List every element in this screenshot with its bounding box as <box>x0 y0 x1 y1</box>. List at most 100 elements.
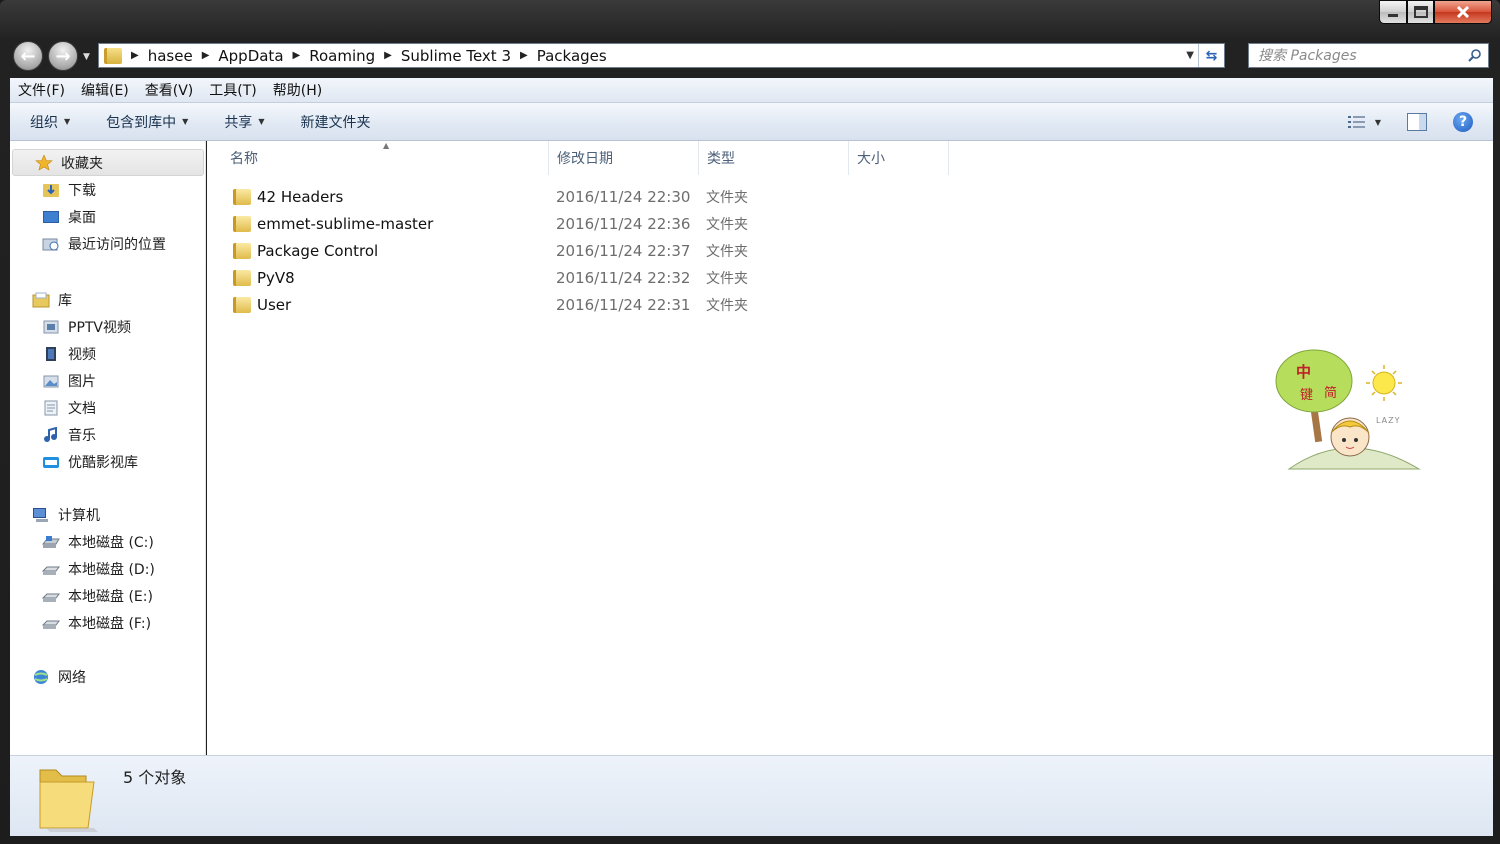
sidebar-item-pptv[interactable]: PPTV视频 <box>10 313 206 340</box>
refresh-button[interactable]: ⇆ <box>1198 44 1224 67</box>
explorer-window: ← → ▼ ▶ hasee ▶ AppData ▶ Roaming ▶ Subl… <box>0 0 1500 844</box>
sidebar-item-label: 计算机 <box>58 507 100 524</box>
menu-tools[interactable]: 工具(T) <box>201 80 264 100</box>
forward-button[interactable]: → <box>48 41 78 71</box>
libraries-group: 库 PPTV视频 视频 图片 文档 音乐 优酷影视库 <box>10 286 206 475</box>
item-count: 5 个对象 <box>123 768 187 787</box>
breadcrumb-item[interactable]: Packages <box>537 47 607 65</box>
sidebar-item-music[interactable]: 音乐 <box>10 421 206 448</box>
view-details-icon[interactable] <box>1347 114 1367 130</box>
column-size[interactable]: 大小 <box>849 141 949 175</box>
file-row[interactable]: 42 Headers 2016/11/24 22:30 文件夹 <box>227 183 787 210</box>
sidebar-item-downloads[interactable]: 下载 <box>10 176 206 203</box>
menu-edit[interactable]: 编辑(E) <box>73 80 137 100</box>
search-icon[interactable] <box>1468 48 1482 62</box>
sidebar-item-documents[interactable]: 文档 <box>10 394 206 421</box>
breadcrumb-item[interactable]: Sublime Text 3 <box>401 47 511 65</box>
sidebar-item-label: 本地磁盘 (D:) <box>68 561 155 578</box>
lazy-watermark-logo: 中 键 简 LAZY <box>1275 349 1421 470</box>
folder-icon <box>233 242 251 259</box>
column-date-modified[interactable]: 修改日期 <box>549 141 699 175</box>
close-icon <box>1456 6 1470 18</box>
watermark-char: 键 <box>1300 388 1313 403</box>
arrow-left-icon: ← <box>20 45 36 67</box>
chevron-right-icon[interactable]: ▶ <box>131 50 139 61</box>
sidebar-item-favorites[interactable]: 收藏夹 <box>12 149 204 176</box>
share-button[interactable]: 共享 ▼ <box>210 112 278 132</box>
sidebar-item-drive-e[interactable]: 本地磁盘 (E:) <box>10 582 206 609</box>
column-type[interactable]: 类型 <box>699 141 849 175</box>
desktop-icon <box>43 210 59 223</box>
back-button[interactable]: ← <box>13 41 43 71</box>
file-date: 2016/11/24 22:32 <box>556 268 691 287</box>
search-input[interactable] <box>1258 47 1458 64</box>
breadcrumb-item[interactable]: AppData <box>218 47 283 65</box>
file-name: 42 Headers <box>257 187 344 206</box>
sidebar-item-videos[interactable]: 视频 <box>10 340 206 367</box>
file-date: 2016/11/24 22:31 <box>556 295 691 314</box>
library-icon <box>32 292 50 307</box>
caption-buttons <box>1379 0 1492 24</box>
maximize-button[interactable] <box>1407 0 1434 24</box>
navigation-pane: 收藏夹 下载 桌面 最近访问的位置 库 PPTV视频 视频 图片 文档 音乐 优… <box>10 141 206 755</box>
organize-label: 组织 <box>30 114 58 131</box>
file-row[interactable]: emmet-sublime-master 2016/11/24 22:36 文件… <box>227 210 787 237</box>
menu-view[interactable]: 查看(V) <box>137 80 202 100</box>
file-row[interactable]: Package Control 2016/11/24 22:37 文件夹 <box>227 237 787 264</box>
sidebar-item-recent-places[interactable]: 最近访问的位置 <box>10 230 206 257</box>
preview-pane-icon[interactable] <box>1407 113 1427 131</box>
sort-ascending-icon: ▲ <box>383 141 390 150</box>
sidebar-item-libraries[interactable]: 库 <box>10 286 206 313</box>
sidebar-item-drive-c[interactable]: 本地磁盘 (C:) <box>10 528 206 555</box>
include-in-library-button[interactable]: 包含到库中 ▼ <box>92 112 202 132</box>
chevron-down-icon[interactable]: ▼ <box>1375 118 1381 127</box>
folder-icon <box>233 296 251 313</box>
sidebar-item-pictures[interactable]: 图片 <box>10 367 206 394</box>
chevron-down-icon[interactable]: ▼ <box>1186 50 1194 61</box>
sidebar-item-network[interactable]: 网络 <box>10 663 206 690</box>
menu-bar: 文件(F) 编辑(E) 查看(V) 工具(T) 帮助(H) <box>10 78 1493 103</box>
chevron-right-icon[interactable]: ▶ <box>202 50 210 61</box>
recent-places-icon <box>42 238 59 250</box>
file-row[interactable]: User 2016/11/24 22:31 文件夹 <box>227 291 787 318</box>
folder-icon <box>233 188 251 205</box>
column-label: 名称 <box>230 151 258 167</box>
recent-pages-dropdown[interactable]: ▼ <box>83 52 90 62</box>
sidebar-item-label: PPTV视频 <box>68 319 132 336</box>
watermark-caption: LAZY <box>1376 416 1400 425</box>
sidebar-item-label: 库 <box>58 292 72 309</box>
sidebar-item-computer[interactable]: 计算机 <box>10 501 206 528</box>
pictures-icon <box>43 375 59 387</box>
sidebar-item-drive-f[interactable]: 本地磁盘 (F:) <box>10 609 206 636</box>
sidebar-item-label: 图片 <box>68 373 96 390</box>
watermark-char: 中 <box>1296 363 1311 381</box>
new-folder-button[interactable]: 新建文件夹 <box>286 112 384 132</box>
close-button[interactable] <box>1434 0 1492 24</box>
sidebar-item-label: 桌面 <box>68 209 96 226</box>
breadcrumb-item[interactable]: Roaming <box>309 47 375 65</box>
menu-file[interactable]: 文件(F) <box>10 80 73 100</box>
sidebar-item-label: 最近访问的位置 <box>68 236 166 253</box>
chevron-right-icon[interactable]: ▶ <box>293 50 301 61</box>
sidebar-item-label: 文档 <box>68 400 96 417</box>
help-icon[interactable]: ? <box>1453 112 1473 132</box>
file-type: 文件夹 <box>706 216 748 233</box>
sidebar-item-desktop[interactable]: 桌面 <box>10 203 206 230</box>
column-label: 类型 <box>707 151 735 167</box>
minimize-button[interactable] <box>1379 0 1407 24</box>
sidebar-item-youku[interactable]: 优酷影视库 <box>10 448 206 475</box>
organize-button[interactable]: 组织 ▼ <box>16 112 84 132</box>
sidebar-item-label: 下载 <box>68 182 96 199</box>
music-icon <box>44 426 57 442</box>
column-headers: 名称 ▲ 修改日期 类型 大小 <box>207 141 1493 175</box>
file-row[interactable]: PyV8 2016/11/24 22:32 文件夹 <box>227 264 787 291</box>
sidebar-item-label: 收藏夹 <box>61 155 103 172</box>
sidebar-item-drive-d[interactable]: 本地磁盘 (D:) <box>10 555 206 582</box>
menu-help[interactable]: 帮助(H) <box>265 80 330 100</box>
address-bar[interactable]: ▶ hasee ▶ AppData ▶ Roaming ▶ Sublime Te… <box>98 43 1225 68</box>
chevron-right-icon[interactable]: ▶ <box>520 50 528 61</box>
breadcrumb-item[interactable]: hasee <box>148 47 193 65</box>
favorites-group: 收藏夹 下载 桌面 最近访问的位置 <box>10 149 206 257</box>
chevron-right-icon[interactable]: ▶ <box>384 50 392 61</box>
search-box <box>1248 43 1489 68</box>
